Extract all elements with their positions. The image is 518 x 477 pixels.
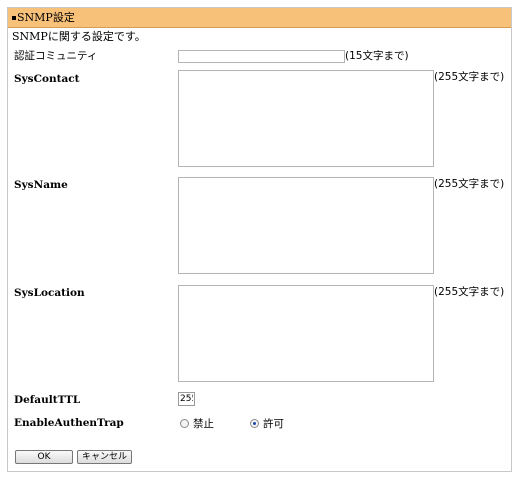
syslocation-limit-hint: (255文字まで): [434, 286, 505, 298]
authen-trap-enable-label: 許可: [263, 417, 284, 430]
radio-checked-icon[interactable]: [250, 418, 259, 428]
syscontact-textarea[interactable]: [178, 70, 434, 167]
section-description: SNMPに関する設定です。: [12, 30, 146, 43]
syscontact-label: SysContact: [14, 73, 80, 85]
sysname-label: SysName: [14, 179, 68, 191]
sysname-limit-hint: (255文字まで): [434, 178, 505, 190]
syslocation-label: SysLocation: [14, 287, 85, 299]
section-header: SNMP設定: [8, 8, 511, 28]
authen-trap-label: EnableAuthenTrap: [14, 417, 124, 429]
authen-trap-disable-radio[interactable]: 禁止: [180, 416, 214, 430]
sysname-textarea[interactable]: [178, 177, 434, 274]
community-input[interactable]: [178, 50, 345, 63]
default-ttl-input[interactable]: [178, 392, 195, 406]
ok-button[interactable]: OK: [15, 450, 73, 464]
section-title: SNMP設定: [17, 11, 75, 24]
community-label: 認証コミュニティ: [14, 50, 98, 62]
cancel-button[interactable]: キャンセル: [77, 450, 132, 464]
default-ttl-label: DefaultTTL: [14, 394, 81, 406]
authen-trap-disable-label: 禁止: [193, 417, 214, 430]
syscontact-limit-hint: (255文字まで): [434, 71, 505, 83]
community-limit-hint: (15文字まで): [345, 50, 409, 62]
header-bullet-icon: [12, 16, 16, 20]
radio-unchecked-icon[interactable]: [180, 418, 189, 428]
authen-trap-enable-radio[interactable]: 許可: [250, 416, 284, 430]
syslocation-textarea[interactable]: [178, 285, 434, 382]
